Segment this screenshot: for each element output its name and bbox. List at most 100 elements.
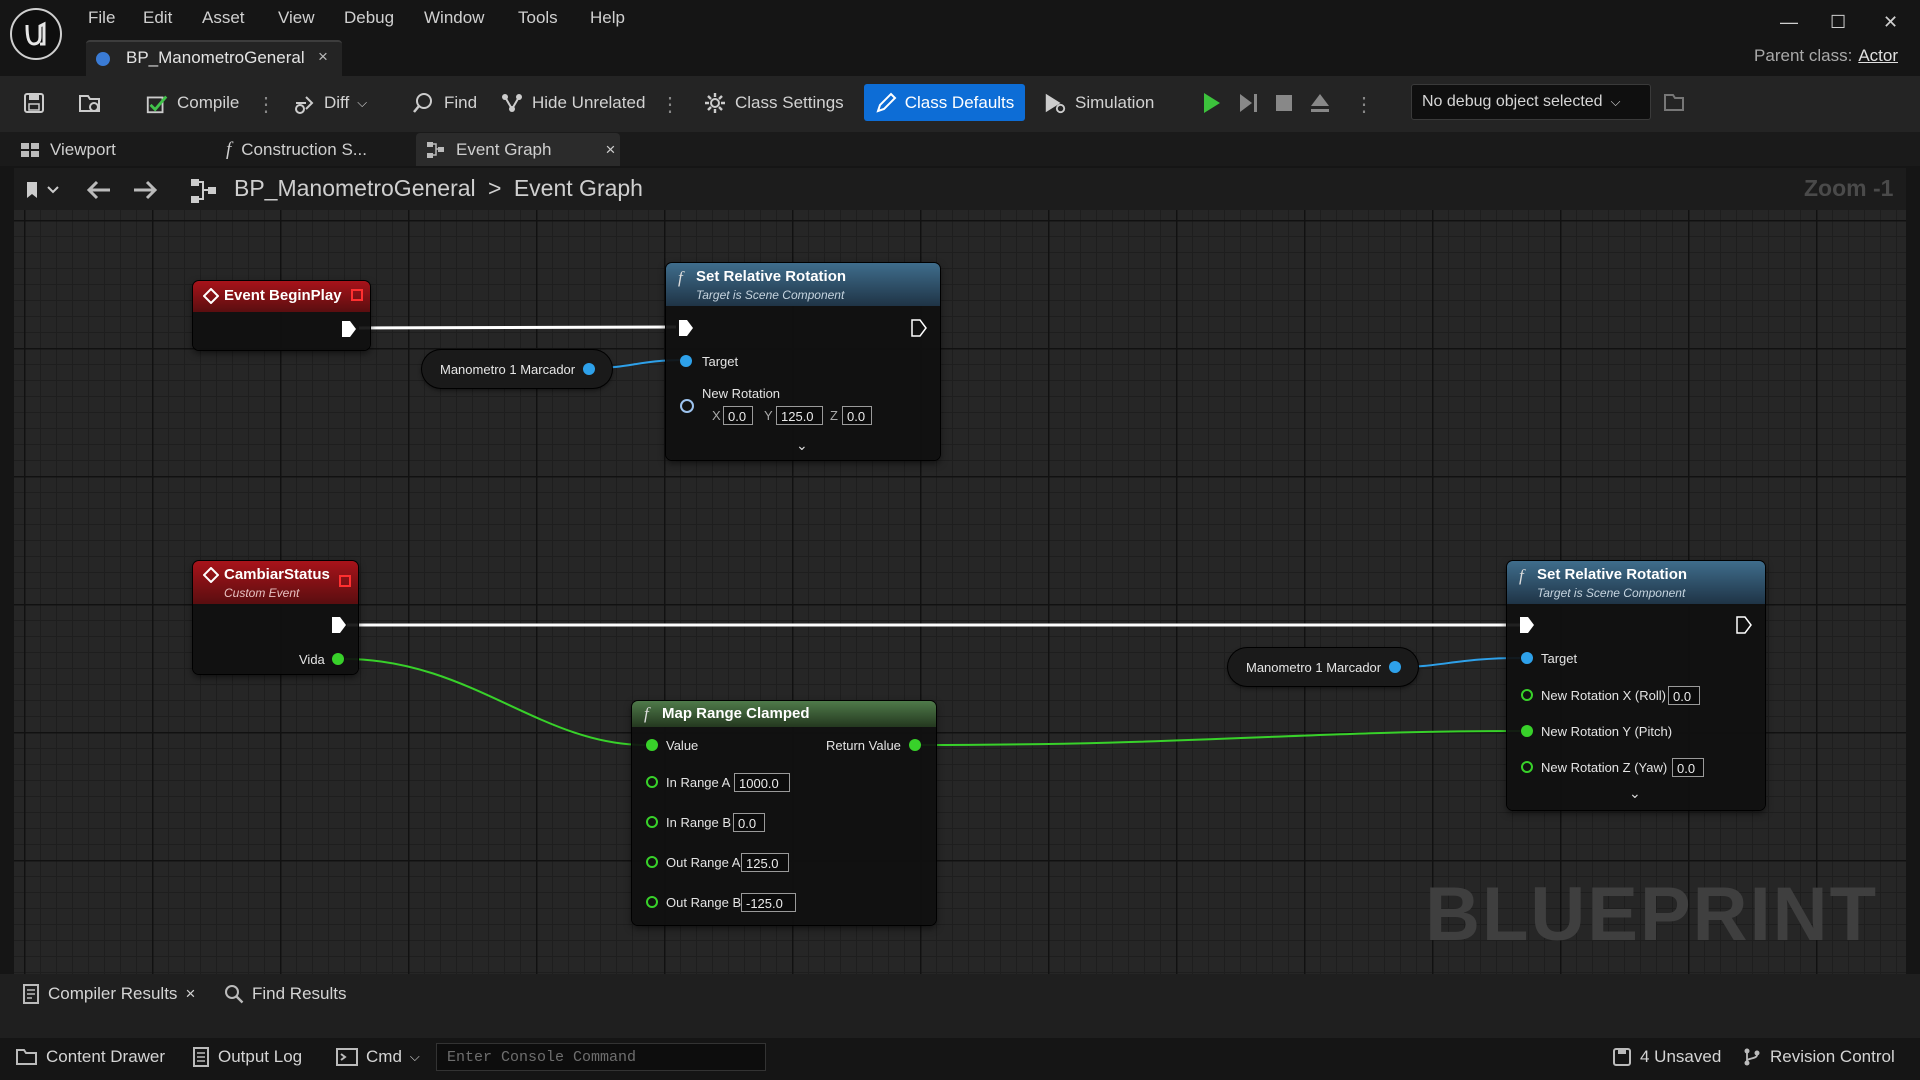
compiler-results-icon — [22, 984, 40, 1004]
node-custom-event-cambiarstatus[interactable]: CambiarStatus Custom Event Vida — [193, 561, 358, 674]
pin-label-in-range-a: In Range A — [666, 775, 731, 790]
pin-label-out-range-a: Out Range A — [666, 855, 741, 870]
node-set-relative-rotation-2[interactable]: f Set Relative Rotation Target is Scene … — [1507, 561, 1765, 810]
axis-y-label: Y — [764, 408, 773, 423]
exec-wire-beginplay — [358, 325, 677, 330]
cmd-label: Cmd — [366, 1047, 402, 1066]
pin-label-roll: New Rotation X (Roll) — [1541, 688, 1666, 703]
pin-label-value: Value — [666, 738, 699, 753]
compiler-results-label: Compiler Results — [48, 984, 178, 1003]
out-range-b-field[interactable]: -125.0 — [741, 893, 796, 912]
pin-label-out-range-b: Out Range B — [666, 895, 742, 910]
node-subtitle: Target is Scene Component — [1537, 586, 1686, 600]
output-log-button[interactable]: Output Log — [192, 1047, 302, 1067]
float-out-pin[interactable] — [331, 652, 345, 666]
node-variable-manometro-1[interactable]: Manometro 1 Marcador — [422, 350, 612, 388]
node-set-relative-rotation-1[interactable]: f Set Relative Rotation Target is Scene … — [666, 263, 940, 460]
content-drawer-label: Content Drawer — [46, 1047, 166, 1066]
exec-in-pin[interactable] — [678, 319, 694, 337]
content-drawer-icon — [16, 1047, 38, 1067]
delegate-pin-icon[interactable] — [350, 288, 364, 302]
wires-layer — [344, 325, 1521, 746]
pin-label-yaw: New Rotation Z (Yaw) — [1541, 760, 1668, 775]
node-title: Event BeginPlay — [224, 287, 342, 304]
exec-out-pin[interactable] — [331, 616, 347, 634]
terminal-icon — [336, 1048, 358, 1066]
rotation-z-field[interactable]: 0.0 — [842, 406, 872, 425]
in-range-b-field[interactable]: 0.0 — [733, 813, 765, 832]
float-in-pin-pitch[interactable] — [1520, 724, 1534, 738]
float-in-pin[interactable] — [645, 895, 659, 909]
node-map-range-clamped[interactable]: f Map Range Clamped Value Return Value I… — [632, 701, 936, 925]
exec-in-pin[interactable] — [1519, 616, 1535, 634]
rotation-y-field[interactable]: 125.0 — [776, 406, 823, 425]
expand-chevron-icon[interactable]: ⌄ — [1629, 785, 1641, 802]
pin-label-in-range-b: In Range B — [666, 815, 732, 830]
object-in-pin[interactable] — [1520, 651, 1534, 665]
search-icon — [224, 984, 244, 1004]
pin-label-new-rotation: New Rotation — [702, 386, 781, 401]
object-in-pin[interactable] — [679, 354, 693, 368]
axis-z-label: Z — [830, 408, 838, 423]
pin-label-return-value: Return Value — [826, 738, 901, 753]
function-icon: f — [678, 268, 683, 287]
exec-out-pin[interactable] — [1736, 616, 1752, 634]
float-in-pin-value[interactable] — [645, 738, 659, 752]
node-title: Set Relative Rotation — [696, 268, 847, 285]
out-range-a-field[interactable]: 125.0 — [741, 853, 789, 872]
revision-control-icon — [1742, 1047, 1762, 1067]
node-variable-manometro-2[interactable]: Manometro 1 Marcador — [1228, 648, 1418, 686]
node-subtitle: Target is Scene Component — [696, 288, 845, 302]
revision-control-button[interactable]: Revision Control — [1742, 1047, 1895, 1067]
float-in-pin[interactable] — [1520, 688, 1534, 702]
cmd-dropdown[interactable]: Cmd ⌵ — [336, 1047, 420, 1067]
float-wire-return — [920, 730, 1521, 746]
float-in-pin[interactable] — [645, 855, 659, 869]
in-range-a-field[interactable]: 1000.0 — [734, 773, 790, 792]
pin-label-pitch: New Rotation Y (Pitch) — [1541, 724, 1673, 739]
float-in-pin[interactable] — [645, 775, 659, 789]
output-log-label: Output Log — [218, 1047, 303, 1066]
revision-control-label: Revision Control — [1770, 1047, 1895, 1066]
float-out-pin[interactable] — [908, 738, 922, 752]
output-log-icon — [192, 1047, 210, 1067]
unsaved-label: 4 Unsaved — [1640, 1047, 1722, 1066]
node-title: CambiarStatus — [224, 566, 330, 583]
exec-out-pin[interactable] — [341, 320, 357, 338]
event-icon — [203, 288, 219, 304]
axis-x-label: X — [712, 408, 721, 423]
content-drawer-button[interactable]: Content Drawer — [16, 1047, 165, 1067]
delegate-pin-icon[interactable] — [338, 574, 352, 588]
pin-label-target: Target — [1541, 651, 1578, 666]
tab-find-results[interactable]: Find Results — [224, 984, 346, 1004]
close-tab-icon[interactable]: × — [185, 984, 195, 1004]
find-results-label: Find Results — [252, 984, 347, 1003]
chevron-down-icon: ⌵ — [409, 1049, 420, 1064]
console-command-field[interactable] — [436, 1043, 766, 1071]
object-out-pin[interactable] — [582, 362, 596, 376]
pin-label-target: Target — [702, 354, 739, 369]
object-out-pin[interactable] — [1388, 660, 1402, 674]
object-wire-target-2 — [1399, 657, 1521, 668]
variable-label: Manometro 1 Marcador — [440, 361, 576, 377]
rotation-x-field[interactable]: 0.0 — [723, 406, 753, 425]
float-in-pin[interactable] — [1520, 760, 1534, 774]
node-title: Map Range Clamped — [662, 705, 810, 722]
variable-label: Manometro 1 Marcador — [1246, 659, 1382, 675]
expand-chevron-icon[interactable]: ⌄ — [796, 437, 808, 454]
node-subtitle: Custom Event — [224, 586, 300, 600]
console-input[interactable] — [437, 1044, 765, 1070]
float-wire-vida — [344, 658, 646, 746]
rotation-yaw-field[interactable]: 0.0 — [1672, 758, 1704, 777]
exec-out-pin[interactable] — [911, 319, 927, 337]
rotation-roll-field[interactable]: 0.0 — [1668, 686, 1700, 705]
rotator-in-pin[interactable] — [679, 398, 695, 414]
node-title: Set Relative Rotation — [1537, 566, 1688, 583]
unsaved-icon — [1612, 1047, 1632, 1067]
float-in-pin[interactable] — [645, 815, 659, 829]
unsaved-button[interactable]: 4 Unsaved — [1612, 1047, 1721, 1067]
tab-compiler-results[interactable]: Compiler Results × — [22, 984, 195, 1004]
function-icon: f — [644, 704, 649, 723]
node-event-beginplay[interactable]: Event BeginPlay — [193, 281, 370, 350]
function-icon: f — [1519, 566, 1524, 585]
